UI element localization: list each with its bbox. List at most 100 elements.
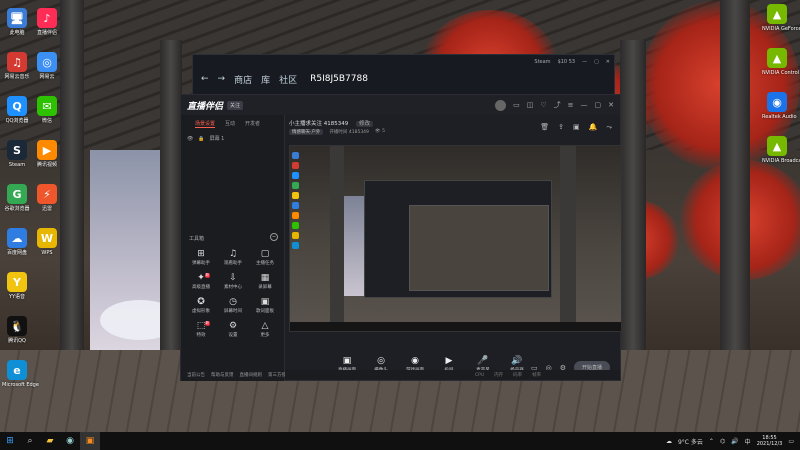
- more-icon[interactable]: −: [270, 233, 278, 241]
- tool-item[interactable]: ⇩ 素材中心: [217, 273, 249, 293]
- desktop-icon[interactable]: Q QQ浏览器: [2, 96, 32, 124]
- center-panel: 小主播求关注 4185349 修改 情感聊天·户外 开播时间 4185349 👁…: [285, 115, 622, 381]
- tab-scene[interactable]: 场景设置: [195, 120, 216, 128]
- eye-icon[interactable]: 👁: [187, 136, 193, 142]
- desktop-icon[interactable]: ♪ 直播伴侣: [32, 8, 62, 36]
- tab-developer[interactable]: 开发者: [245, 120, 260, 128]
- gift-icon[interactable]: ◫: [527, 101, 534, 109]
- tool-item[interactable]: △ 更多: [249, 321, 281, 341]
- new-badge: 新: [204, 273, 210, 278]
- stream-preview[interactable]: [289, 145, 622, 332]
- clock[interactable]: 18:55 2021/12/3: [757, 435, 783, 447]
- desktop-icon[interactable]: ♫ 网易云音乐: [2, 52, 32, 80]
- desktop-icon[interactable]: Y YY语音: [2, 272, 32, 300]
- weather-text[interactable]: 9°C 多云: [678, 437, 703, 446]
- delete-icon[interactable]: 🗑: [540, 123, 549, 132]
- volume-icon[interactable]: 🔊: [731, 438, 738, 445]
- network-icon[interactable]: ⌬: [720, 438, 725, 445]
- desktop-icon[interactable]: e Microsoft Edge: [2, 360, 39, 388]
- desktop-icon[interactable]: W WPS: [32, 228, 62, 256]
- notification-icon[interactable]: ▭: [788, 438, 794, 445]
- desktop-icon[interactable]: ☁ 百度网盘: [2, 228, 32, 256]
- tool-label: 更多: [260, 333, 270, 338]
- minimize-icon[interactable]: —: [582, 59, 587, 65]
- upload-icon[interactable]: ⇪: [558, 123, 564, 132]
- desktop-icon[interactable]: ▲ NVIDIA Control: [762, 48, 800, 76]
- scene-item[interactable]: 👁 🔒 屏幕 1: [181, 133, 284, 144]
- weather-icon[interactable]: ☁: [666, 438, 672, 445]
- app-icon: ◉: [767, 92, 787, 112]
- tool-icon: ⬚: [196, 321, 206, 331]
- tool-item[interactable]: ▢ 主播任务: [249, 249, 281, 269]
- room-category[interactable]: 情感聊天·户外: [289, 129, 324, 135]
- app-taskbar-icon[interactable]: ▣: [80, 432, 100, 450]
- desktop-icon[interactable]: ▲ NVIDIA Broadcast: [762, 136, 800, 164]
- tool-item[interactable]: ✪ 虚拟形象: [185, 297, 217, 317]
- bell-icon[interactable]: 🔔: [589, 123, 598, 132]
- explorer-icon[interactable]: ▰: [40, 432, 60, 450]
- close-icon[interactable]: ✕: [606, 59, 610, 65]
- desktop-icon[interactable]: S Steam: [2, 140, 32, 168]
- taskbar: ⊞ ⌕ ▰ ◉ ▣ ☁ 9°C 多云 ⌃ ⌬ 🔊 中 18:55 2021/12…: [0, 432, 800, 450]
- tool-item[interactable]: ▦ 录屏幕: [249, 273, 281, 293]
- footer-help[interactable]: 帮助与反馈: [211, 372, 234, 378]
- tab-interact[interactable]: 互动: [225, 120, 235, 128]
- steam-nav-library[interactable]: 库: [261, 73, 270, 86]
- room-edit-button[interactable]: 修改: [356, 121, 374, 127]
- lock-icon[interactable]: 🔒: [198, 136, 204, 142]
- tool-grid: ⊞ 弹幕助手 ♫ 观看助手 ▢ 主播任务 ✦ 高级直播新 ⇩ 素材中心 ▦ 录屏幕 ✪ 虚拟形象 ◷ 屏幕时间…: [185, 249, 281, 341]
- status-bar: CPU 内存 码率 帧率: [285, 370, 620, 380]
- app-icon: G: [7, 184, 27, 204]
- maximize-icon[interactable]: ▢: [595, 101, 602, 109]
- desktop-icon[interactable]: ▲ NVIDIA GeForce: [762, 4, 800, 32]
- footer-rules[interactable]: 直播间规则: [240, 372, 263, 378]
- room-title: 小主播求关注 4185349: [289, 121, 349, 127]
- tool-item[interactable]: ⬚ 特效 新: [185, 321, 217, 341]
- search-icon[interactable]: ⌕: [20, 432, 40, 450]
- tool-item[interactable]: ◷ 屏幕时间: [217, 297, 249, 317]
- avatar[interactable]: [495, 99, 507, 111]
- room-start-time: 开播时间 4185349: [329, 130, 369, 135]
- tool-icon: ▦: [260, 273, 270, 283]
- follow-badge[interactable]: 关注: [227, 100, 244, 110]
- footer-notice[interactable]: 当前公告: [187, 372, 205, 378]
- menu-icon[interactable]: ≡: [568, 101, 574, 109]
- app-icon: S: [7, 140, 27, 160]
- desktop-icon[interactable]: ✉ 微信: [32, 96, 62, 124]
- minimize-icon[interactable]: —: [581, 101, 588, 109]
- tool-item[interactable]: ⊞ 弹幕助手: [185, 249, 217, 269]
- desktop-icon[interactable]: ⚡ 迅雷: [32, 184, 62, 212]
- tool-item[interactable]: ⚙ 设置: [217, 321, 249, 341]
- tool-item[interactable]: ♫ 观看助手: [217, 249, 249, 269]
- steam-wallet[interactable]: $10 53: [558, 59, 576, 65]
- language-indicator[interactable]: 中: [745, 437, 751, 446]
- desktop-icon[interactable]: 🐧 腾讯QQ: [2, 316, 32, 344]
- share-icon[interactable]: ⤴: [554, 100, 561, 110]
- steam-nav-store[interactable]: 商店: [234, 73, 252, 86]
- chevron-up-icon[interactable]: ⌃: [709, 438, 714, 445]
- status-bitrate: 码率: [513, 373, 523, 378]
- desktop-icon-label: 百度网盘: [6, 250, 27, 256]
- desktop-icon[interactable]: 🖥 此电脑: [2, 8, 32, 36]
- share-icon[interactable]: ⤳: [606, 123, 612, 132]
- tool-item[interactable]: ▣ 歌词面板: [249, 297, 281, 317]
- tool-item[interactable]: ✦ 高级直播 新: [185, 273, 217, 293]
- message-icon[interactable]: ▭: [513, 101, 520, 109]
- back-icon[interactable]: ←: [201, 74, 209, 84]
- forward-icon[interactable]: →: [218, 74, 226, 84]
- steam-nav-community[interactable]: 社区: [279, 73, 297, 86]
- heart-icon[interactable]: ♡: [540, 101, 546, 109]
- steam-taskbar-icon[interactable]: ◉: [60, 432, 80, 450]
- start-button[interactable]: ⊞: [0, 432, 20, 450]
- desktop-icon[interactable]: G 谷歌浏览器: [2, 184, 32, 212]
- desktop-icon-label: WPS: [41, 250, 53, 256]
- copy-icon[interactable]: ▣: [573, 123, 580, 132]
- close-icon[interactable]: ✕: [608, 101, 614, 109]
- desktop-icon[interactable]: ◎ 网易云: [32, 52, 62, 80]
- steam-username[interactable]: R5I8J5B7788: [310, 74, 368, 84]
- desktop-icon-label: NVIDIA Control: [762, 70, 800, 76]
- desktop-icon[interactable]: ◉ Realtek Audio: [762, 92, 797, 120]
- desktop-icon[interactable]: ▶ 腾讯视频: [32, 140, 62, 168]
- maximize-icon[interactable]: ▢: [594, 59, 599, 65]
- status-mem: 内存: [494, 373, 504, 378]
